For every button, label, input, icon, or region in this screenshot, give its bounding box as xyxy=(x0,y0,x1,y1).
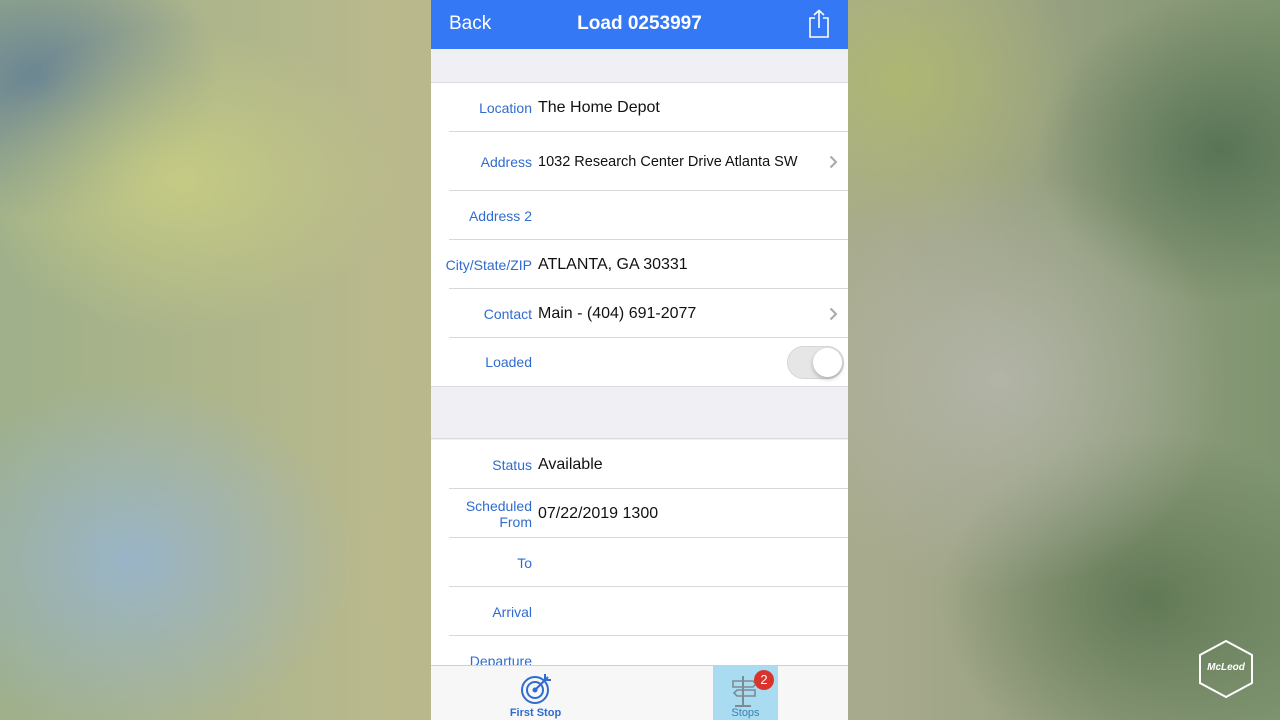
location-row: Location The Home Depot xyxy=(431,83,848,132)
share-icon[interactable] xyxy=(806,9,832,39)
city-state-zip-label: City/State/ZIP xyxy=(445,256,532,273)
loaded-label: Loaded xyxy=(485,354,532,370)
contact-value: Main - (404) 691-2077 xyxy=(538,304,697,322)
contact-row[interactable]: Contact Main - (404) 691-2077 xyxy=(431,289,848,338)
logo-text: McLeod xyxy=(1207,662,1245,673)
chevron-right-icon xyxy=(829,307,838,320)
status-row: Status Available xyxy=(431,440,848,489)
address-value: 1032 Research Center Drive Atlanta SW xyxy=(538,153,798,170)
address2-value xyxy=(538,191,818,240)
mcleod-logo: McLeod xyxy=(1197,639,1255,699)
to-label: To xyxy=(517,554,532,571)
city-state-zip-row: City/State/ZIP ATLANTA, GA 30331 xyxy=(431,240,848,289)
address-row[interactable]: Address 1032 Research Center Drive Atlan… xyxy=(431,132,848,191)
address2-row: Address 2 xyxy=(431,191,848,240)
status-label: Status xyxy=(492,456,532,473)
chevron-right-icon xyxy=(829,155,838,168)
section-spacer xyxy=(431,49,848,83)
tab-stops[interactable]: 2 Stops xyxy=(713,666,778,720)
arrival-value xyxy=(538,587,818,636)
location-value: The Home Depot xyxy=(538,98,660,116)
scheduled-from-label: Scheduled From xyxy=(431,489,532,538)
contact-label: Contact xyxy=(483,305,532,322)
tab-bar: First Stop 2 Stops xyxy=(431,665,848,720)
to-row[interactable]: To xyxy=(431,538,848,587)
page-title: Load 0253997 xyxy=(577,13,702,34)
loaded-row: Loaded xyxy=(431,338,848,386)
address-label: Address xyxy=(480,153,532,170)
phone-screen: Back Load 0253997 Location The Home Depo… xyxy=(431,0,848,720)
tab-stops-label: Stops xyxy=(731,707,760,719)
city-state-zip-value: ATLANTA, GA 30331 xyxy=(538,255,688,273)
address2-label: Address 2 xyxy=(468,207,532,224)
stops-badge: 2 xyxy=(754,670,774,690)
scheduled-label-line1: Scheduled xyxy=(465,497,532,514)
scheduled-label-line2: From xyxy=(499,513,532,530)
arrival-row[interactable]: Arrival xyxy=(431,587,848,636)
tab-first-stop[interactable]: First Stop xyxy=(503,666,568,720)
location-label: Location xyxy=(479,99,532,116)
navigation-bar: Back Load 0253997 xyxy=(431,0,848,49)
tab-first-stop-label: First Stop xyxy=(509,707,562,719)
loaded-toggle[interactable] xyxy=(787,346,844,379)
location-section: Location The Home Depot Address 1032 Res… xyxy=(431,83,848,386)
status-section: Status Available Scheduled From 07/22/20… xyxy=(431,440,848,685)
arrival-label: Arrival xyxy=(492,603,532,620)
section-spacer xyxy=(431,386,848,439)
target-icon xyxy=(521,674,551,704)
scheduled-from-value: 07/22/2019 1300 xyxy=(538,504,659,522)
toggle-knob xyxy=(813,348,842,377)
to-value xyxy=(538,538,818,587)
scheduled-from-row[interactable]: Scheduled From 07/22/2019 1300 xyxy=(431,489,848,538)
status-value: Available xyxy=(538,455,603,473)
